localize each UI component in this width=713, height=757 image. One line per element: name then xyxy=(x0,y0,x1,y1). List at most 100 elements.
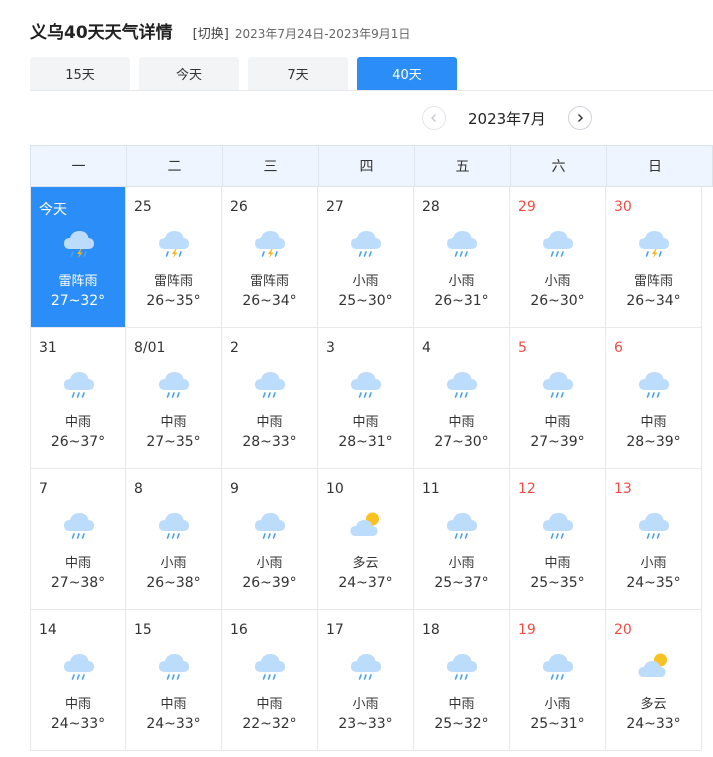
weather-condition: 小雨 xyxy=(544,697,571,712)
day-cell[interactable]: 19 小雨 25~31° xyxy=(510,610,606,751)
day-cell-today[interactable]: 今天 雷阵雨 27~32° xyxy=(30,187,126,328)
day-date: 16 xyxy=(230,622,248,638)
temperature-range: 28~39° xyxy=(626,434,681,450)
temperature-range: 28~33° xyxy=(242,434,297,450)
month-navigator: 2023年7月 xyxy=(422,106,592,130)
day-cell[interactable]: 13 小雨 24~35° xyxy=(606,469,702,610)
weather-condition: 中雨 xyxy=(352,415,379,430)
weather-condition: 小雨 xyxy=(544,274,571,289)
day-cell[interactable]: 4 中雨 27~30° xyxy=(414,328,510,469)
rain-icon xyxy=(348,368,384,400)
prev-month-button[interactable] xyxy=(422,106,446,130)
thunderstorm-icon xyxy=(636,227,672,259)
weather-condition: 中雨 xyxy=(448,697,475,712)
day-date: 2 xyxy=(230,340,239,356)
day-date: 15 xyxy=(134,622,152,638)
tab-15-days[interactable]: 15天 xyxy=(30,57,130,90)
day-cell[interactable]: 31 中雨 26~37° xyxy=(30,328,126,469)
weather-condition: 中雨 xyxy=(640,415,667,430)
weather-condition: 中雨 xyxy=(256,697,283,712)
day-cell[interactable]: 30 雷阵雨 26~34° xyxy=(606,187,702,328)
day-date: 20 xyxy=(614,622,632,638)
day-cell[interactable]: 3 中雨 28~31° xyxy=(318,328,414,469)
day-cell[interactable]: 15 中雨 24~33° xyxy=(126,610,222,751)
tab-divider xyxy=(30,90,713,91)
day-date: 7 xyxy=(39,481,48,497)
day-cell[interactable]: 16 中雨 22~32° xyxy=(222,610,318,751)
day-cell[interactable]: 5 中雨 27~39° xyxy=(510,328,606,469)
weather-condition: 中雨 xyxy=(448,415,475,430)
temperature-range: 25~35° xyxy=(530,575,585,591)
day-cell[interactable]: 9 小雨 26~39° xyxy=(222,469,318,610)
partly-cloudy-icon xyxy=(348,509,384,541)
day-cell[interactable]: 2 中雨 28~33° xyxy=(222,328,318,469)
weekday-label: 六 xyxy=(511,146,607,186)
temperature-range: 25~31° xyxy=(530,716,585,732)
day-cell[interactable]: 25 雷阵雨 26~35° xyxy=(126,187,222,328)
temperature-range: 27~38° xyxy=(50,575,106,591)
partly-cloudy-icon xyxy=(636,650,672,682)
weekday-label: 四 xyxy=(319,146,415,186)
day-date: 3 xyxy=(326,340,335,356)
day-cell[interactable]: 18 中雨 25~32° xyxy=(414,610,510,751)
temperature-range: 22~32° xyxy=(242,716,297,732)
switch-city-link[interactable]: [切换] xyxy=(193,23,229,42)
day-cell[interactable]: 8/01 中雨 27~35° xyxy=(126,328,222,469)
weather-condition: 雷阵雨 xyxy=(58,274,98,289)
weather-condition: 小雨 xyxy=(448,274,475,289)
day-cell[interactable]: 7 中雨 27~38° xyxy=(30,469,126,610)
weather-condition: 小雨 xyxy=(352,697,379,712)
temperature-range: 25~37° xyxy=(434,575,489,591)
temperature-range: 27~32° xyxy=(50,293,106,309)
weather-condition: 中雨 xyxy=(256,415,283,430)
rain-icon xyxy=(252,368,288,400)
rain-icon xyxy=(61,368,97,400)
rain-icon xyxy=(252,650,288,682)
rain-icon xyxy=(61,509,97,541)
thunderstorm-icon xyxy=(61,227,97,259)
day-cell[interactable]: 12 中雨 25~35° xyxy=(510,469,606,610)
temperature-range: 27~39° xyxy=(530,434,585,450)
day-cell[interactable]: 6 中雨 28~39° xyxy=(606,328,702,469)
day-cell[interactable]: 17 小雨 23~33° xyxy=(318,610,414,751)
tab-today[interactable]: 今天 xyxy=(139,57,239,90)
weather-condition: 中雨 xyxy=(64,697,91,712)
page-title: 义乌40天天气详情 xyxy=(30,23,173,43)
rain-icon xyxy=(444,368,480,400)
day-date: 12 xyxy=(518,481,536,497)
temperature-range: 25~30° xyxy=(338,293,393,309)
day-cell[interactable]: 10 多云 24~37° xyxy=(318,469,414,610)
rain-icon xyxy=(61,650,97,682)
weather-condition: 小雨 xyxy=(160,556,187,571)
rain-icon xyxy=(348,227,384,259)
day-cell[interactable]: 20 多云 24~33° xyxy=(606,610,702,751)
weather-calendar: 一 二 三 四 五 六 日 今天 雷阵雨 27~32° 25 雷阵雨 26~35° 26 雷阵… xyxy=(30,145,713,751)
day-cell[interactable]: 14 中雨 24~33° xyxy=(30,610,126,751)
forecast-tabs: 15天 今天 7天 40天 xyxy=(30,57,466,90)
temperature-range: 26~38° xyxy=(146,575,201,591)
day-cell[interactable]: 26 雷阵雨 26~34° xyxy=(222,187,318,328)
weather-condition: 小雨 xyxy=(640,556,667,571)
tab-40-days[interactable]: 40天 xyxy=(357,57,457,90)
day-date: 4 xyxy=(422,340,431,356)
weather-condition: 中雨 xyxy=(160,697,187,712)
day-cell[interactable]: 28 小雨 26~31° xyxy=(414,187,510,328)
day-date: 25 xyxy=(134,199,152,215)
tab-7-days[interactable]: 7天 xyxy=(248,57,348,90)
day-cell[interactable]: 27 小雨 25~30° xyxy=(318,187,414,328)
rain-icon xyxy=(636,368,672,400)
temperature-range: 26~35° xyxy=(146,293,201,309)
temperature-range: 28~31° xyxy=(338,434,393,450)
next-month-button[interactable] xyxy=(567,106,592,130)
day-cell[interactable]: 8 小雨 26~38° xyxy=(126,469,222,610)
weather-condition: 小雨 xyxy=(256,556,283,571)
weekday-label: 五 xyxy=(415,146,511,186)
day-cell[interactable]: 29 小雨 26~30° xyxy=(510,187,606,328)
page-header: 义乌40天天气详情 [切换] 2023年7月24日-2023年9月1日 xyxy=(30,18,410,44)
day-cell[interactable]: 11 小雨 25~37° xyxy=(414,469,510,610)
chevron-left-icon xyxy=(431,114,436,122)
chevron-right-icon xyxy=(577,114,583,122)
rain-icon xyxy=(156,368,192,400)
rain-icon xyxy=(252,509,288,541)
day-date: 19 xyxy=(518,622,536,638)
